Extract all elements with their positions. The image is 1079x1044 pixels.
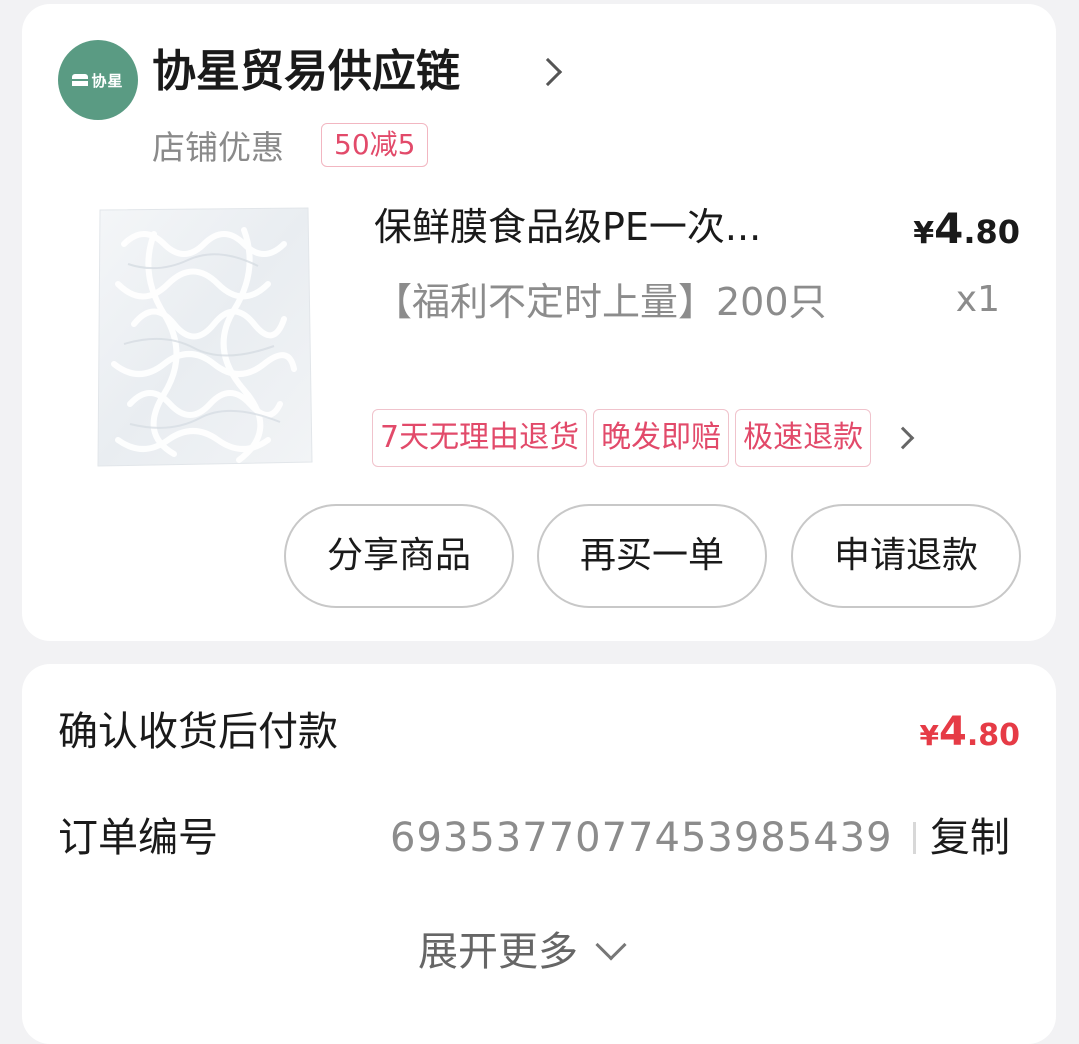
shop-name[interactable]: 协星贸易供应链 <box>152 40 460 104</box>
product-price: ¥4.80 <box>913 202 1020 265</box>
service-tag: 7天无理由退货 <box>372 409 588 467</box>
request-refund-button[interactable]: 申请退款 <box>791 504 1021 608</box>
service-tag: 晚发即赔 <box>593 409 730 467</box>
divider <box>913 822 916 854</box>
chevron-right-icon[interactable] <box>533 57 563 87</box>
shop-order-card: 协星 协星贸易供应链 店铺优惠 50减5 保鲜膜食品级PE一次... ¥4.80… <box>22 4 1056 641</box>
copy-button[interactable]: 复制 <box>930 810 1010 866</box>
shop-logo-icon <box>72 74 89 86</box>
order-number: 6935377077453985439 <box>390 815 893 861</box>
order-info-card: 确认收货后付款 ¥4.80 订单编号 6935377077453985439 复… <box>22 664 1056 1044</box>
price-decimal: .80 <box>963 213 1020 251</box>
payment-method-label: 确认收货后付款 <box>58 709 338 755</box>
expand-more-label: 展开更多 <box>418 929 578 975</box>
currency-symbol: ¥ <box>913 216 935 251</box>
product-image[interactable] <box>94 204 314 470</box>
expand-more-button[interactable]: 展开更多 <box>418 922 627 982</box>
product-quantity: x1 <box>955 279 1000 320</box>
chevron-down-icon <box>595 929 627 961</box>
amount-integer: 4 <box>939 709 967 755</box>
payment-amount: ¥4.80 <box>920 704 1020 768</box>
amount-decimal: .80 <box>966 718 1020 753</box>
chevron-right-icon[interactable] <box>891 426 915 450</box>
product-title[interactable]: 保鲜膜食品级PE一次... <box>374 200 844 254</box>
service-tag: 极速退款 <box>735 409 872 467</box>
share-product-button[interactable]: 分享商品 <box>284 504 514 608</box>
shop-promo-label: 店铺优惠 <box>152 128 284 167</box>
service-tags[interactable]: 7天无理由退货 晚发即赔 极速退款 <box>372 409 915 467</box>
order-number-label: 订单编号 <box>58 815 218 861</box>
shop-logo[interactable]: 协星 <box>58 40 138 120</box>
shop-logo-text: 协星 <box>91 71 124 90</box>
product-spec: 【福利不定时上量】200只 <box>374 280 827 324</box>
buy-again-button[interactable]: 再买一单 <box>537 504 767 608</box>
currency-symbol: ¥ <box>919 719 939 752</box>
shop-promo-badge: 50减5 <box>321 123 429 167</box>
price-integer: 4 <box>934 204 964 253</box>
